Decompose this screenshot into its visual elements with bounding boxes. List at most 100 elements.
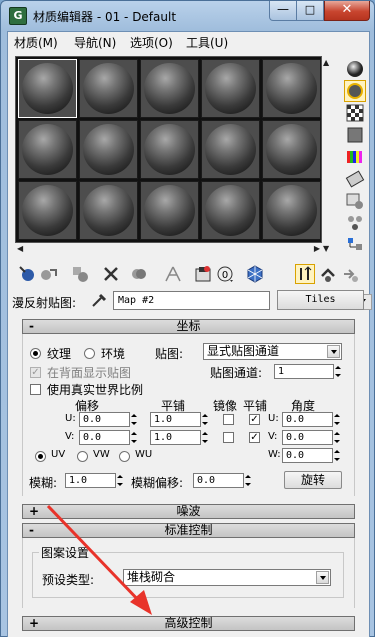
material-preview-sphere: [205, 124, 256, 175]
eyedropper-icon[interactable]: [90, 292, 108, 308]
u-tile-checkbox[interactable]: ✓: [249, 414, 260, 425]
blur-offset-field[interactable]: 0.0: [193, 473, 244, 488]
material-sample-slots: [15, 56, 322, 243]
material-preview-sphere: [266, 185, 317, 236]
material-slot[interactable]: [262, 120, 321, 179]
sample-type-sphere-icon[interactable]: [344, 58, 366, 80]
v-angle-spinner[interactable]: [334, 430, 341, 445]
put-to-library-icon[interactable]: [193, 264, 213, 284]
v-tiling-spinner[interactable]: [202, 430, 209, 445]
material-slot[interactable]: [18, 120, 77, 179]
go-to-parent-icon[interactable]: [318, 264, 338, 284]
material-slot[interactable]: [140, 181, 199, 240]
go-forward-to-sibling-icon[interactable]: [340, 264, 360, 284]
show-map-on-back-checkbox[interactable]: ✓: [30, 367, 41, 378]
menu-tools[interactable]: 工具(U): [186, 34, 228, 51]
assign-to-selection-icon[interactable]: [70, 264, 90, 284]
v-mirror-checkbox[interactable]: [223, 432, 234, 443]
v-tile-checkbox[interactable]: ✓: [249, 432, 260, 443]
backlight-icon[interactable]: [344, 80, 366, 102]
blur-offset-spinner[interactable]: [245, 473, 252, 488]
video-color-check-icon[interactable]: [344, 146, 366, 168]
v-offset-field[interactable]: 0.0: [79, 430, 130, 445]
material-slot[interactable]: [79, 120, 138, 179]
background-checker-icon[interactable]: [344, 102, 366, 124]
material-slot[interactable]: [18, 59, 77, 118]
u-mirror-checkbox[interactable]: [223, 414, 234, 425]
minimize-button[interactable]: —: [269, 1, 297, 21]
material-slot[interactable]: [201, 181, 260, 240]
blur-spinner[interactable]: [117, 473, 124, 488]
coordinates-rollout-header[interactable]: - 坐标: [22, 319, 355, 334]
chevron-down-icon: [316, 571, 329, 584]
make-copy-icon[interactable]: [129, 264, 149, 284]
menu-options[interactable]: 选项(O): [130, 34, 173, 51]
scroll-left-icon[interactable]: ◀: [17, 244, 23, 253]
u-offset-spinner[interactable]: [131, 412, 138, 427]
uv-radio[interactable]: [35, 451, 46, 462]
vw-radio[interactable]: [77, 451, 88, 462]
make-preview-icon[interactable]: [344, 168, 366, 190]
map-channel-field[interactable]: 1: [274, 364, 334, 379]
u-angle-spinner[interactable]: [334, 412, 341, 427]
material-navigator-icon[interactable]: [344, 234, 366, 256]
put-to-scene-icon[interactable]: [39, 264, 59, 284]
show-in-viewport-icon[interactable]: [245, 264, 265, 284]
title-bar[interactable]: G 材质编辑器 - 01 - Default — □ ✕: [1, 1, 375, 31]
scroll-up-icon[interactable]: ▲: [323, 58, 329, 67]
material-slot[interactable]: [262, 59, 321, 118]
v-offset-spinner[interactable]: [131, 430, 138, 445]
v-tiling-field[interactable]: 1.0: [150, 430, 201, 445]
map-name-field[interactable]: Map #2: [113, 291, 372, 310]
material-slot[interactable]: [18, 181, 77, 240]
u-offset-field[interactable]: 0.0: [79, 412, 130, 427]
rotate-button[interactable]: 旋转: [284, 471, 342, 489]
noise-title: 噪波: [176, 504, 201, 518]
material-slot[interactable]: [201, 59, 260, 118]
w-angle-spinner[interactable]: [334, 448, 341, 463]
mapping-select[interactable]: 显式贴图通道: [203, 343, 342, 360]
noise-rollout-header[interactable]: + 噪波: [22, 504, 355, 519]
u-tiling-field[interactable]: 1.0: [150, 412, 201, 427]
material-slot[interactable]: [262, 181, 321, 240]
material-slot[interactable]: [79, 181, 138, 240]
material-slot[interactable]: [201, 120, 260, 179]
close-button[interactable]: ✕: [324, 1, 370, 21]
slots-vertical-scrollbar[interactable]: ▲ ▼: [322, 56, 331, 255]
sample-uv-tiling-icon[interactable]: [344, 124, 366, 146]
v-label: V:: [65, 431, 75, 442]
material-slot[interactable]: [79, 59, 138, 118]
real-world-scale-checkbox[interactable]: [30, 384, 41, 395]
texture-radio[interactable]: [30, 348, 41, 359]
u-tiling-spinner[interactable]: [202, 412, 209, 427]
slots-horizontal-scrollbar[interactable]: ◀ ▶: [15, 243, 322, 255]
reset-map-icon[interactable]: [101, 264, 121, 284]
get-material-icon[interactable]: [17, 264, 37, 284]
advanced-controls-title: 高级控制: [164, 616, 213, 630]
preset-type-select[interactable]: 堆栈砌合: [123, 569, 331, 586]
standard-controls-rollout-header[interactable]: - 标准控制: [22, 523, 355, 538]
u-angle-field[interactable]: 0.0: [282, 412, 333, 427]
menu-material[interactable]: 材质(M): [14, 34, 58, 51]
wu-label: WU: [135, 449, 153, 460]
map-type-button[interactable]: Tiles: [277, 290, 364, 310]
make-unique-icon[interactable]: [163, 264, 183, 284]
map-channel-spinner[interactable]: [335, 364, 342, 379]
environ-radio[interactable]: [84, 348, 95, 359]
material-slot[interactable]: [140, 59, 199, 118]
options-icon[interactable]: [344, 190, 366, 212]
maximize-button[interactable]: □: [297, 1, 324, 21]
wu-radio[interactable]: [119, 451, 130, 462]
select-by-material-icon[interactable]: [344, 212, 366, 234]
w-angle-field[interactable]: 0.0: [282, 448, 333, 463]
blur-field[interactable]: 1.0: [65, 473, 116, 488]
show-end-result-icon[interactable]: [295, 264, 315, 284]
material-id-channel-icon[interactable]: 0: [215, 264, 235, 284]
material-slot[interactable]: [140, 120, 199, 179]
v-angle-field[interactable]: 0.0: [282, 430, 333, 445]
menu-navigation[interactable]: 导航(N): [74, 34, 116, 51]
scroll-right-icon[interactable]: ▶: [314, 244, 320, 253]
advanced-controls-rollout-header[interactable]: + 高级控制: [22, 616, 355, 631]
scroll-down-icon[interactable]: ▼: [323, 244, 329, 253]
u-angle-label: U:: [268, 413, 279, 424]
